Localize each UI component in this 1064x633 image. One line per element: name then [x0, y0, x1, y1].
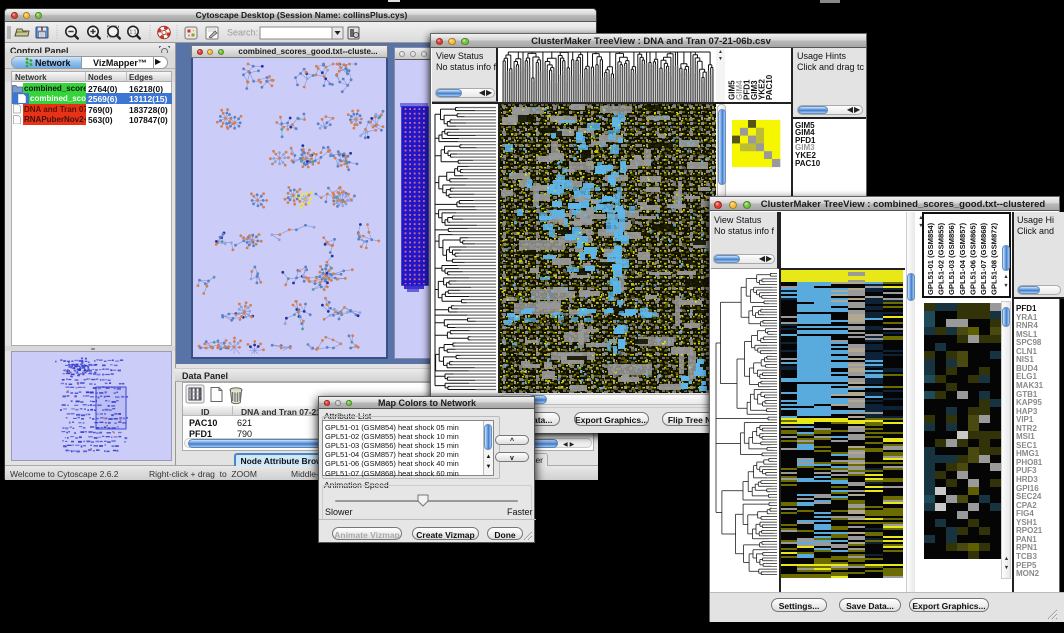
svg-text:GPL51-06 (GSM865): GPL51-06 (GSM865) — [968, 222, 977, 295]
svg-text:GPL51-08 (GSM872): GPL51-08 (GSM872) — [990, 222, 999, 295]
svg-text:PAC10: PAC10 — [765, 74, 774, 100]
svg-text:GPL51-07 (GSM868): GPL51-07 (GSM868) — [979, 222, 988, 295]
svg-text:1:1: 1:1 — [130, 30, 137, 36]
svg-text:Search:: Search: — [227, 28, 258, 38]
svg-text:GPL51-02 (GSM855): GPL51-02 (GSM855) — [937, 222, 946, 295]
svg-text:GPL51-01 (GSM854): GPL51-01 (GSM854) — [926, 222, 935, 295]
svg-text:GPL51-03 (GSM856): GPL51-03 (GSM856) — [947, 222, 956, 295]
svg-text:GPL51-04 (GSM857): GPL51-04 (GSM857) — [958, 222, 967, 295]
